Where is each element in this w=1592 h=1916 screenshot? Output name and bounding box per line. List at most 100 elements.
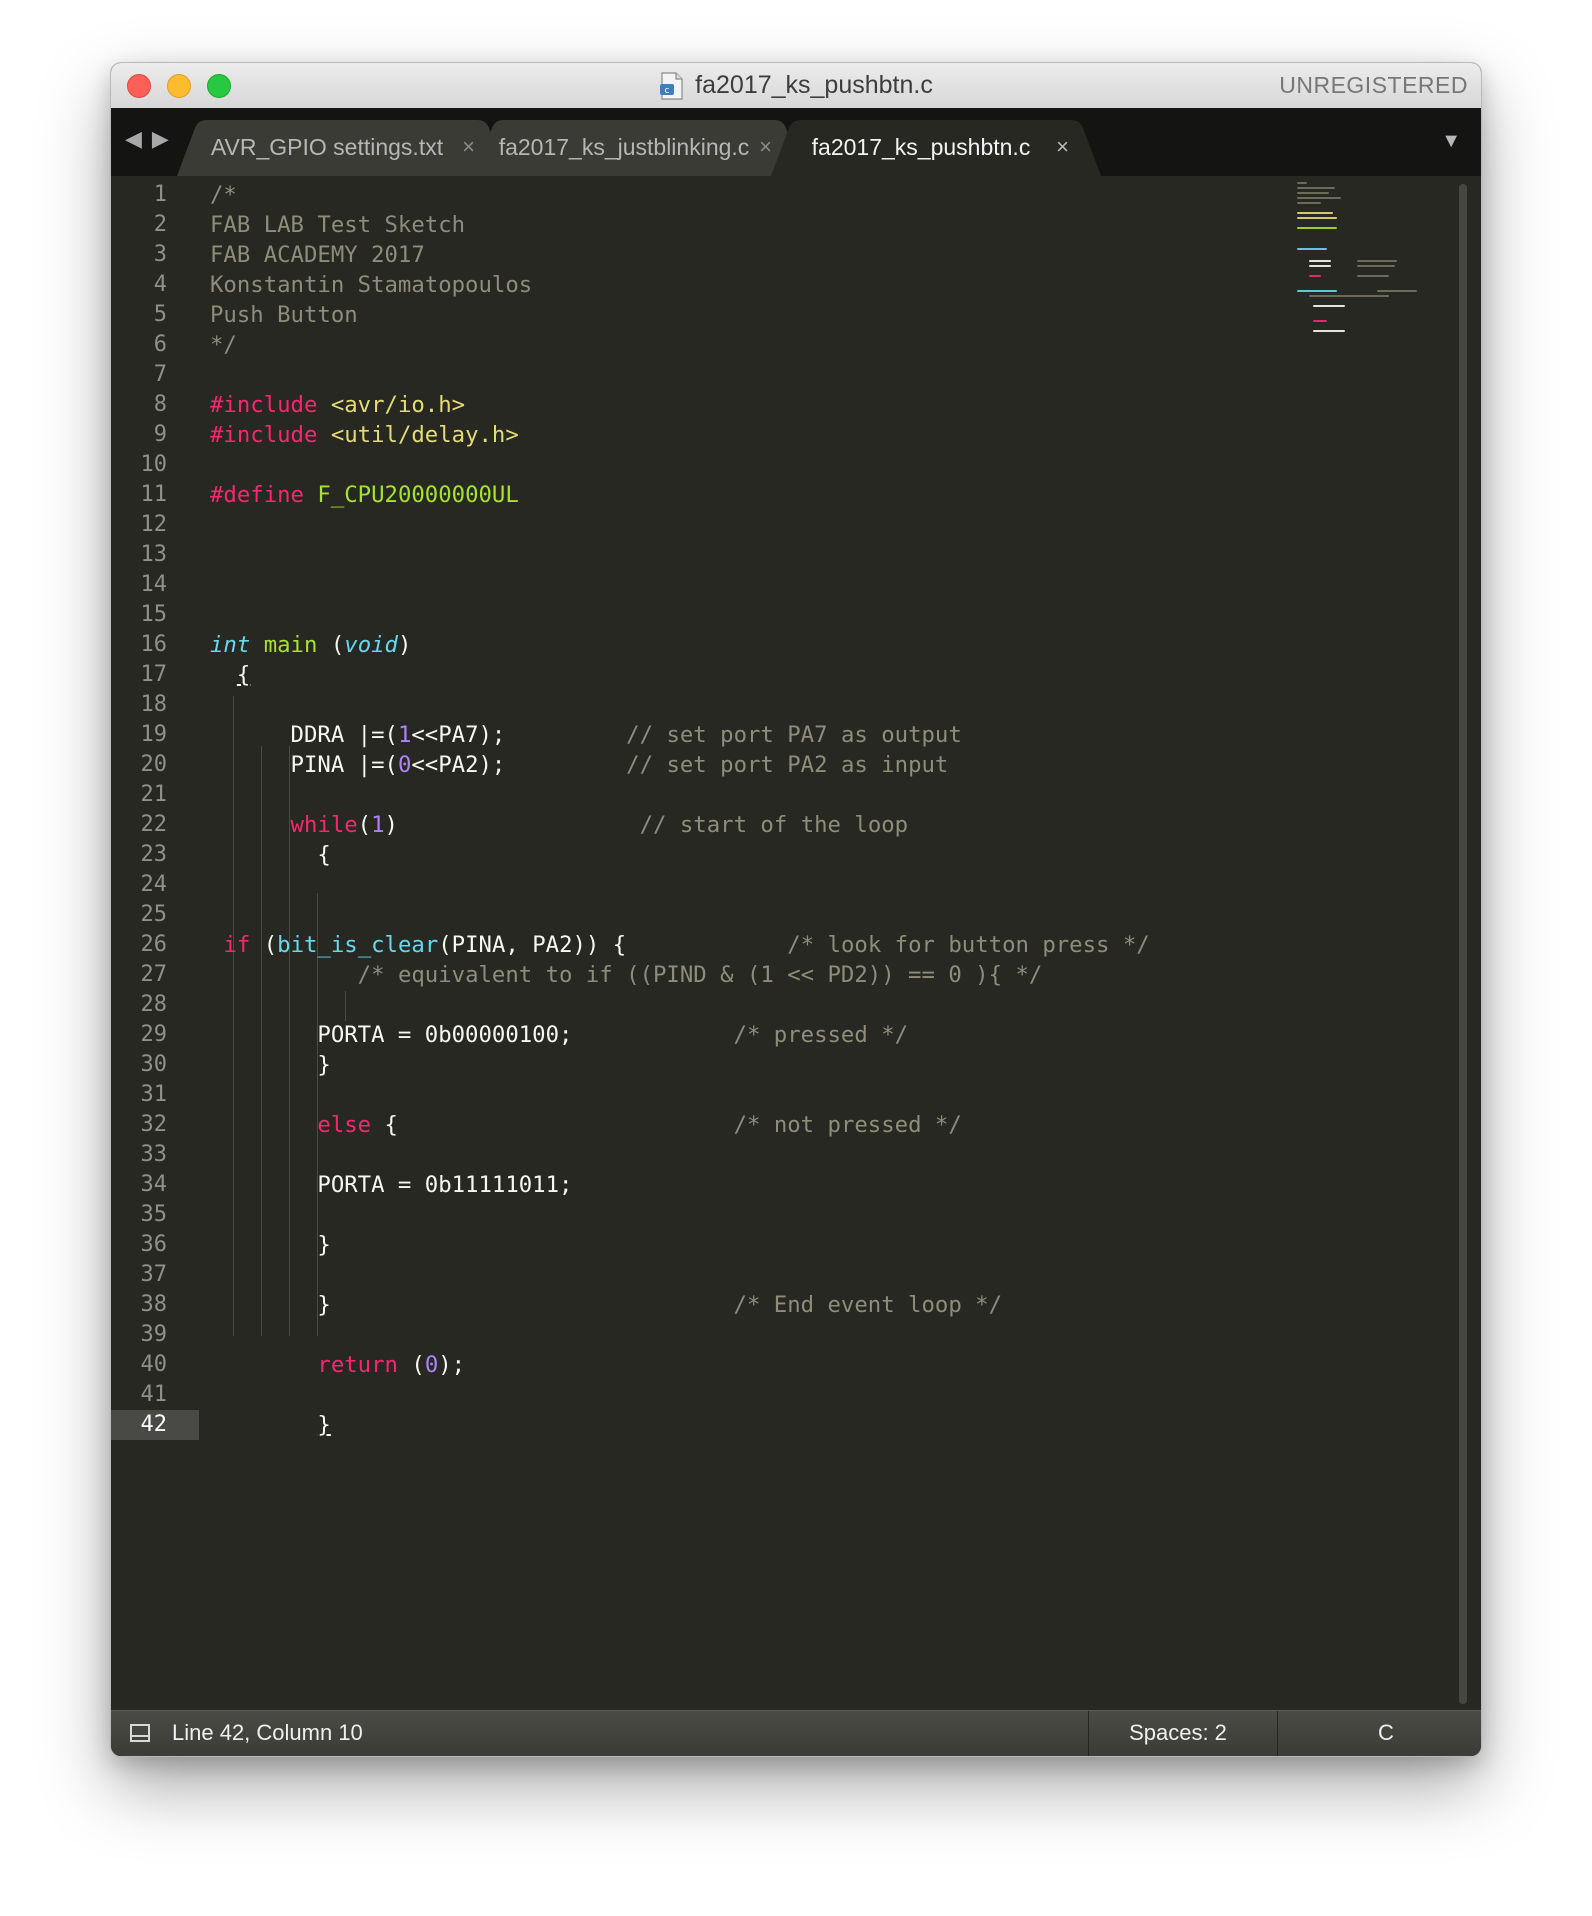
line-number: 27 — [140, 962, 168, 987]
line-number: 18 — [140, 692, 168, 717]
minimap-line — [1309, 260, 1331, 262]
line-number: 5 — [153, 302, 167, 327]
line-number: 16 — [140, 632, 168, 657]
code-line[interactable]: { — [210, 660, 250, 690]
tab-justblinking[interactable]: fa2017_ks_justblinking.c × — [474, 120, 814, 176]
minimap-line — [1357, 275, 1389, 277]
minimap[interactable] — [1297, 182, 1417, 342]
code-token: ( — [330, 632, 345, 658]
line-number: 7 — [153, 362, 167, 387]
code-line[interactable]: { — [210, 840, 330, 870]
line-number: 42 — [140, 1412, 168, 1437]
code-token: /* pressed */ — [733, 1022, 909, 1048]
code-token: void — [344, 632, 398, 658]
code-line[interactable]: return (0); — [210, 1350, 465, 1380]
code-token: Push Button — [210, 302, 358, 328]
minimap-line — [1297, 192, 1329, 194]
line-number: 4 — [153, 272, 167, 297]
tab-label: fa2017_ks_pushbtn.c — [811, 134, 1031, 160]
code-line[interactable]: } /* End event loop */ — [210, 1290, 1002, 1320]
tab-close-icon[interactable]: × — [1056, 134, 1069, 160]
code-token: #include — [210, 422, 331, 448]
status-divider — [1277, 1711, 1278, 1756]
code-line[interactable]: FAB ACADEMY 2017 — [210, 240, 425, 270]
code-line[interactable]: FAB LAB Test Sketch — [210, 210, 465, 240]
back-arrow-icon[interactable]: ◀ — [125, 126, 152, 151]
code-editor[interactable]: 1 2 3 4 5 6 7 8 9 10 11 12 13 14 15 16 17 18 19 20 21 22 23 24 2… — [111, 176, 1481, 1711]
registration-label: UNREGISTERED — [1279, 72, 1468, 98]
code-token: { — [236, 662, 251, 688]
code-token: 0 — [424, 1352, 439, 1378]
code-line[interactable]: */ — [210, 330, 237, 360]
code-line[interactable]: #include <util/delay.h> — [210, 420, 519, 450]
minimap-line — [1297, 182, 1307, 184]
code-line[interactable]: PORTA = 0b11111011; — [210, 1170, 572, 1200]
tab-bar: ◀▶ AVR_GPIO settings.txt × fa2017_ks_jus… — [111, 108, 1481, 176]
minimap-line — [1297, 212, 1333, 214]
line-number: 20 — [140, 752, 168, 777]
window-title: fa2017_ks_pushbtn.c — [695, 71, 933, 99]
code-token: /* equivalent to if ((PIND & (1 << PD2))… — [357, 962, 1043, 988]
code-line[interactable]: DDRA |=(1<<PA7); // set port PA7 as outp… — [210, 720, 962, 750]
tab-label: fa2017_ks_justblinking.c — [498, 134, 750, 160]
code-line[interactable]: } — [210, 1050, 330, 1080]
tab-nav-arrows: ◀▶ — [125, 126, 179, 152]
line-number: 1 — [153, 182, 167, 207]
code-token: FAB ACADEMY 2017 — [210, 242, 425, 268]
code-token: /* End event loop */ — [733, 1292, 1003, 1318]
status-bar: Line 42, Column 10 Spaces: 2 C — [111, 1710, 1481, 1756]
tab-avr-gpio-settings[interactable]: AVR_GPIO settings.txt × — [177, 120, 517, 176]
code-line[interactable]: PORTA = 0b00000100; /* pressed */ — [210, 1020, 908, 1050]
line-number: 29 — [140, 1022, 168, 1047]
code-line[interactable]: Konstantin Stamatopoulos — [210, 270, 532, 300]
minimap-line — [1357, 260, 1397, 262]
code-line[interactable]: #include <avr/io.h> — [210, 390, 465, 420]
code-line[interactable]: #define F_CPU20000000UL — [210, 480, 519, 510]
tab-label: AVR_GPIO settings.txt — [210, 134, 444, 160]
code-area[interactable]: /* FAB LAB Test Sketch FAB ACADEMY 2017 Kon… — [210, 176, 1421, 1711]
code-token: PINA |=( — [210, 752, 398, 778]
code-line[interactable]: if (bit_is_clear(PINA, PA2)) { /* look f… — [210, 930, 1149, 960]
tab-list-dropdown-icon[interactable]: ▼ — [1441, 130, 1461, 153]
forward-arrow-icon[interactable]: ▶ — [152, 126, 179, 151]
line-number: 40 — [140, 1352, 168, 1377]
code-line[interactable]: else { /* not pressed */ — [210, 1110, 961, 1140]
code-line[interactable]: } — [210, 1230, 330, 1260]
code-token: // start of the loop — [639, 812, 909, 838]
code-token: } — [317, 1412, 331, 1438]
line-number: 21 — [140, 782, 168, 807]
code-line[interactable]: /* equivalent to if ((PIND & (1 << PD2))… — [210, 960, 1043, 990]
code-line[interactable]: Push Button — [210, 300, 358, 330]
panel-toggle-icon[interactable] — [130, 1724, 150, 1742]
code-line[interactable]: /* — [210, 180, 237, 210]
line-number: 11 — [140, 482, 168, 507]
minimap-line — [1309, 265, 1331, 267]
minimap-line — [1297, 197, 1341, 199]
minimap-line — [1297, 227, 1337, 229]
code-token: } — [210, 1292, 734, 1318]
tab-pushbtn-active[interactable]: fa2017_ks_pushbtn.c × — [771, 120, 1111, 176]
minimap-line — [1313, 320, 1327, 322]
code-line[interactable]: } — [210, 1410, 331, 1440]
vertical-scrollbar[interactable] — [1459, 184, 1467, 1704]
line-number: 36 — [140, 1232, 168, 1257]
code-token: ) — [384, 812, 640, 838]
minimap-line — [1297, 290, 1337, 292]
line-number-gutter: 1 2 3 4 5 6 7 8 9 10 11 12 13 14 15 16 17 18 19 20 21 22 23 24 2… — [111, 176, 199, 1711]
code-token: FAB LAB Test Sketch — [210, 212, 466, 238]
code-line[interactable]: PINA |=(0<<PA2); // set port PA2 as inpu… — [210, 750, 949, 780]
line-number: 10 — [140, 452, 168, 477]
indent-guide — [345, 991, 346, 1021]
code-line[interactable]: int main (void) — [210, 630, 411, 660]
indentation-setting[interactable]: Spaces: 2 — [1088, 1720, 1268, 1746]
syntax-selector[interactable]: C — [1291, 1720, 1481, 1746]
code-line[interactable]: while(1) // start of the loop — [210, 810, 909, 840]
title-bar: c fa2017_ks_pushbtn.c UNREGISTERED — [111, 63, 1481, 109]
code-token: <<PA2); — [411, 752, 627, 778]
cursor-position: Line 42, Column 10 — [172, 1720, 363, 1745]
